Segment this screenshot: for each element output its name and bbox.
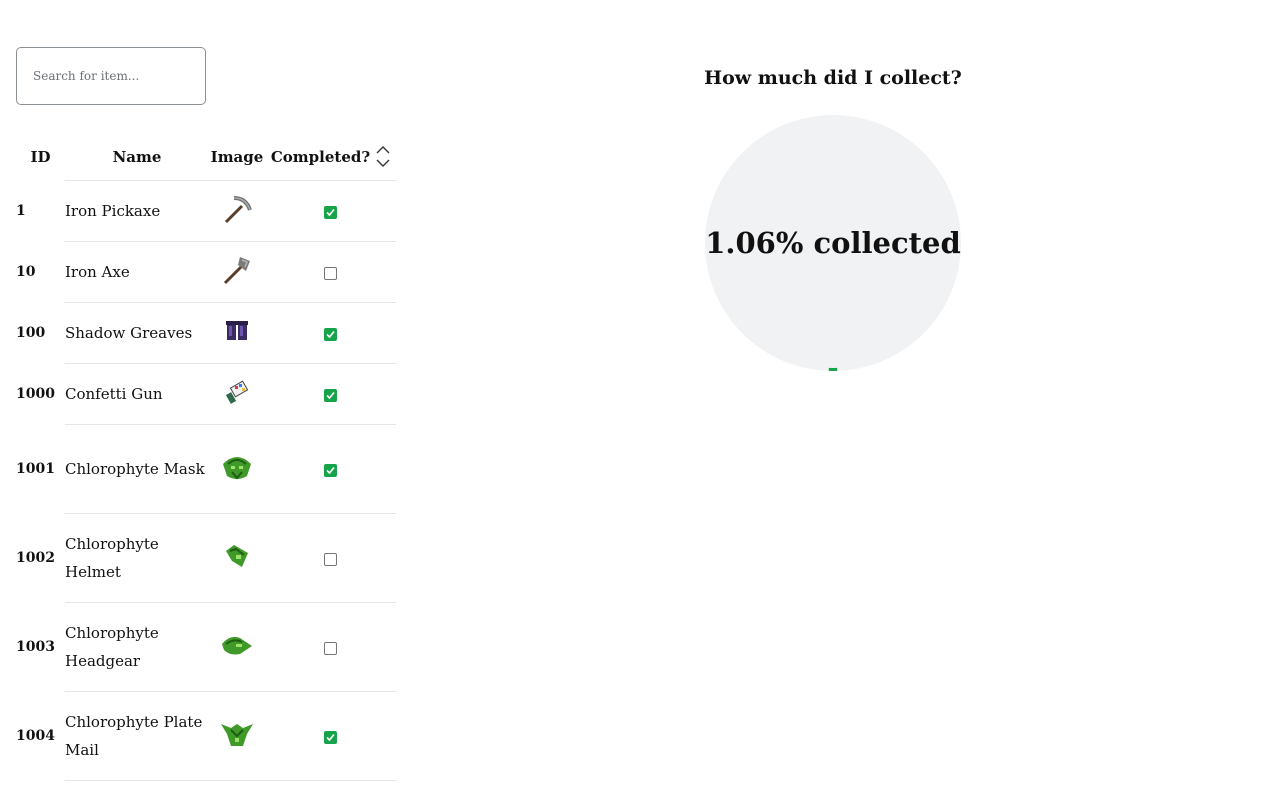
item-id: 1 bbox=[16, 203, 26, 219]
column-header-image: Image bbox=[209, 133, 265, 181]
completed-checkbox-unchecked[interactable] bbox=[324, 641, 337, 655]
item-image-cell bbox=[209, 302, 265, 364]
column-header-completed-label: Completed? bbox=[270, 147, 371, 166]
item-name: Chlorophyte Headgear bbox=[65, 602, 209, 692]
item-id: 1004 bbox=[16, 728, 55, 744]
item-id: 1003 bbox=[16, 639, 55, 655]
item-name: Shadow Greaves bbox=[65, 302, 209, 364]
completed-checkbox-checked[interactable] bbox=[324, 327, 337, 341]
items-table: ID Name Image Completed? 1 Iron Pickaxe … bbox=[16, 133, 396, 781]
item-name: Iron Pickaxe bbox=[65, 180, 209, 242]
completed-checkbox-checked[interactable] bbox=[324, 205, 337, 219]
progress-title: How much did I collect? bbox=[704, 67, 962, 89]
chevron-down-icon[interactable] bbox=[376, 159, 390, 167]
table-row: 1004 Chlorophyte Plate Mail bbox=[16, 691, 396, 781]
item-id: 1002 bbox=[16, 550, 55, 566]
progress-donut: 1.06% collected bbox=[705, 115, 961, 371]
completed-checkbox-checked[interactable] bbox=[324, 730, 337, 744]
completed-checkbox-unchecked[interactable] bbox=[324, 552, 337, 566]
iron-pickaxe-icon bbox=[220, 192, 254, 230]
chlorophyte-headgear-icon bbox=[220, 632, 254, 662]
item-id: 1001 bbox=[16, 461, 55, 477]
item-completed-cell bbox=[265, 180, 396, 242]
item-image-cell bbox=[209, 424, 265, 514]
item-image-cell bbox=[209, 363, 265, 425]
completed-checkbox-unchecked[interactable] bbox=[324, 266, 337, 280]
search-input[interactable] bbox=[16, 47, 206, 105]
completed-header-wrap: Completed? bbox=[271, 146, 390, 167]
item-name: Chlorophyte Plate Mail bbox=[65, 691, 209, 781]
item-image-cell bbox=[209, 691, 265, 781]
collection-page: ID Name Image Completed? bbox=[0, 0, 1286, 802]
table-row: 10 Iron Axe bbox=[16, 241, 396, 303]
chlorophyte-plate-mail-icon bbox=[219, 720, 255, 752]
table-row: 1002 Chlorophyte Helmet bbox=[16, 513, 396, 603]
item-name: Chlorophyte Helmet bbox=[65, 513, 209, 603]
completed-checkbox-checked[interactable] bbox=[324, 388, 337, 402]
table-row: 100 Shadow Greaves bbox=[16, 302, 396, 364]
item-name: Iron Axe bbox=[65, 241, 209, 303]
chevron-up-icon[interactable] bbox=[376, 146, 390, 154]
item-completed-cell bbox=[265, 602, 396, 692]
item-name: Confetti Gun bbox=[65, 363, 209, 425]
item-image-cell bbox=[209, 180, 265, 242]
item-completed-cell bbox=[265, 302, 396, 364]
chlorophyte-mask-icon bbox=[220, 452, 254, 486]
column-header-name: Name bbox=[65, 133, 209, 181]
shadow-greaves-icon bbox=[224, 319, 250, 347]
item-completed-cell bbox=[265, 363, 396, 425]
column-header-completed: Completed? bbox=[265, 133, 396, 181]
column-header-id: ID bbox=[30, 147, 51, 166]
table-row: 1001 Chlorophyte Mask bbox=[16, 424, 396, 514]
chlorophyte-helmet-icon bbox=[222, 541, 252, 575]
item-image-cell bbox=[209, 513, 265, 603]
item-completed-cell bbox=[265, 241, 396, 303]
progress-label: 1.06% collected bbox=[705, 226, 961, 260]
table-row: 1000 Confetti Gun bbox=[16, 363, 396, 425]
iron-axe-icon bbox=[220, 253, 254, 291]
confetti-gun-icon bbox=[222, 377, 252, 411]
item-completed-cell bbox=[265, 691, 396, 781]
item-image-cell bbox=[209, 602, 265, 692]
sort-toggle[interactable] bbox=[376, 146, 390, 167]
table-row: 1003 Chlorophyte Headgear bbox=[16, 602, 396, 692]
item-image-cell bbox=[209, 241, 265, 303]
item-completed-cell bbox=[265, 513, 396, 603]
item-id: 100 bbox=[16, 325, 46, 341]
item-id: 1000 bbox=[16, 386, 55, 402]
completed-checkbox-checked[interactable] bbox=[324, 463, 337, 477]
items-panel: ID Name Image Completed? bbox=[16, 47, 396, 781]
table-row: 1 Iron Pickaxe bbox=[16, 180, 396, 242]
item-id: 10 bbox=[16, 264, 36, 280]
item-completed-cell bbox=[265, 424, 396, 514]
item-name: Chlorophyte Mask bbox=[65, 424, 209, 514]
table-header-row: ID Name Image Completed? bbox=[16, 133, 396, 181]
